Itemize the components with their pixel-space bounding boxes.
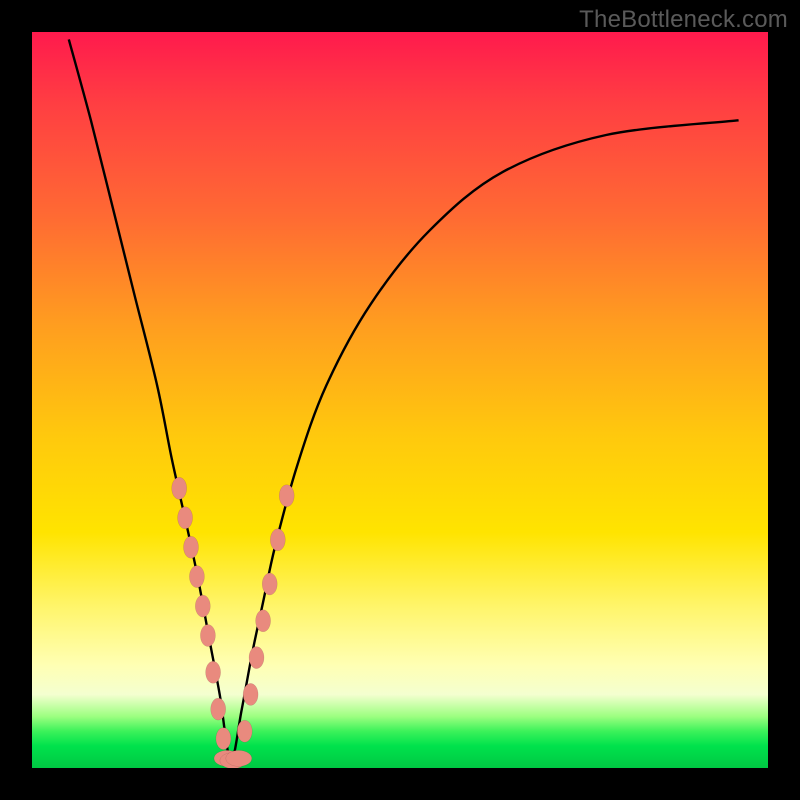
bead: [206, 661, 221, 683]
watermark-text: TheBottleneck.com: [579, 6, 788, 34]
data-beads: [172, 477, 295, 768]
bead: [279, 485, 294, 507]
bead: [178, 507, 193, 529]
bead: [189, 566, 204, 588]
plot-area: [32, 32, 768, 768]
bead: [249, 647, 264, 669]
bead: [195, 595, 210, 617]
bead: [262, 573, 277, 595]
curve-svg: [32, 32, 768, 768]
bead: [270, 529, 285, 551]
bead: [256, 610, 271, 632]
bead: [172, 477, 187, 499]
bead: [243, 683, 258, 705]
bottleneck-curve: [69, 39, 739, 760]
bead: [226, 750, 252, 766]
bead: [200, 625, 215, 647]
bead: [184, 536, 199, 558]
chart-frame: TheBottleneck.com: [0, 0, 800, 800]
bead: [216, 728, 231, 750]
bead: [237, 720, 252, 742]
bead: [211, 698, 226, 720]
